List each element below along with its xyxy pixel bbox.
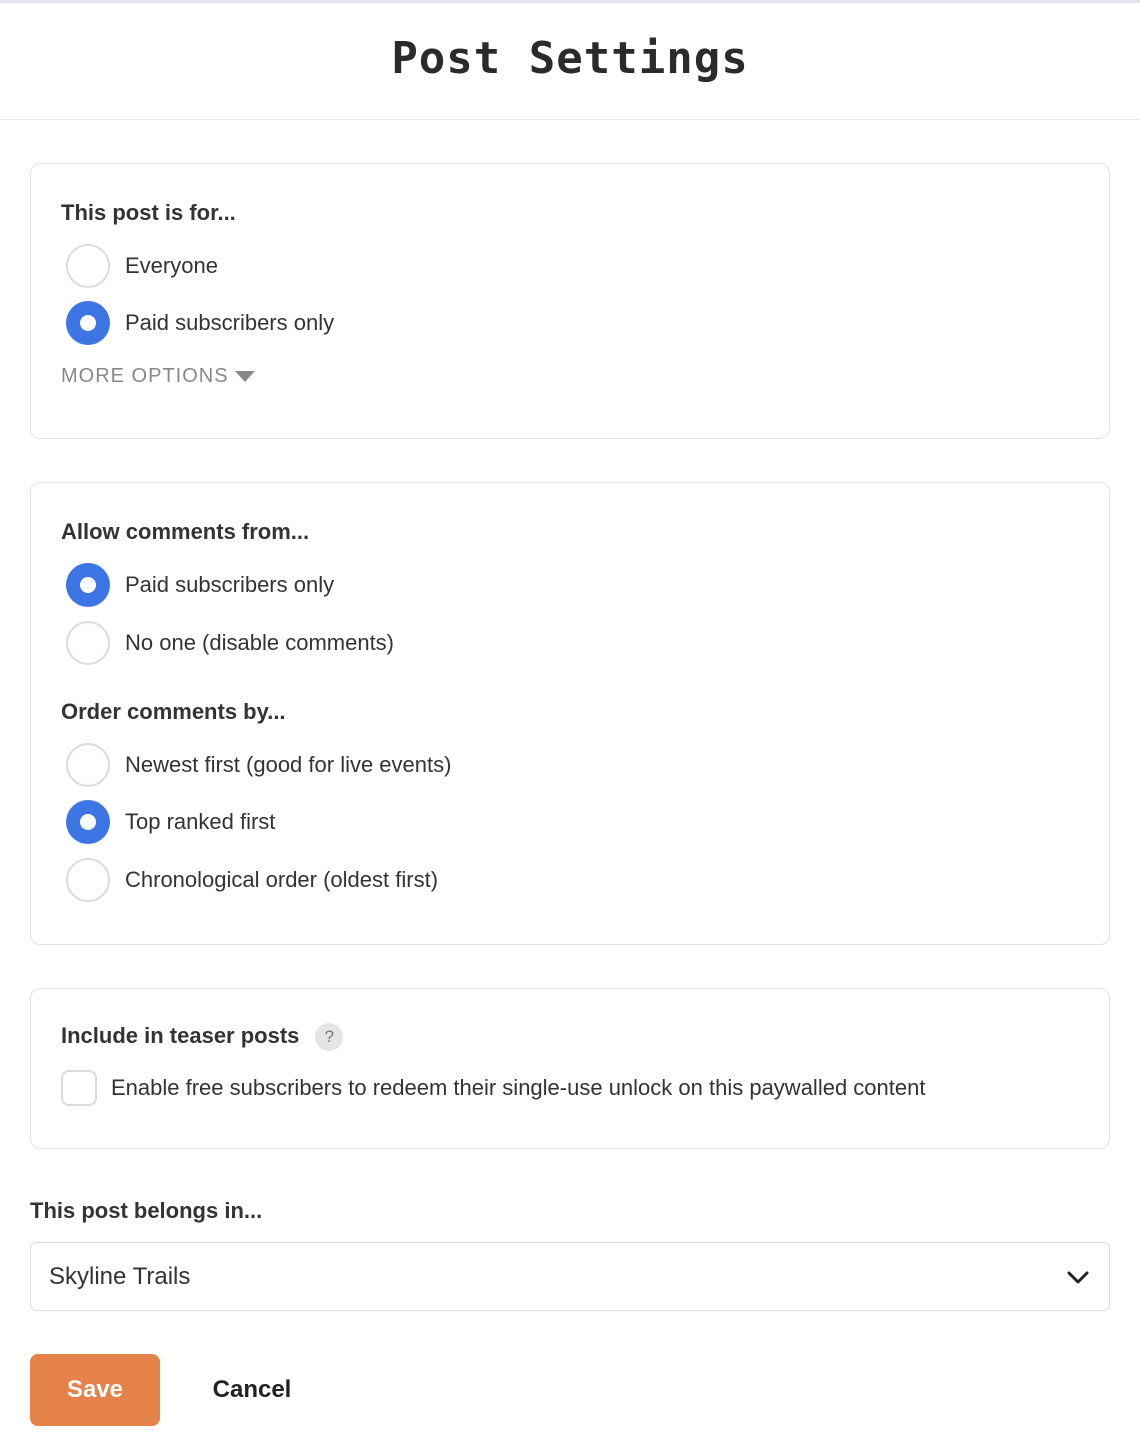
audience-option-label: Everyone <box>125 253 218 278</box>
section-label: This post belongs in... <box>30 1198 263 1223</box>
allow-comments-title: Allow comments from... <box>61 519 310 544</box>
audience-option-everyone[interactable]: Everyone <box>66 244 218 288</box>
save-button[interactable]: Save <box>30 1354 160 1426</box>
radio-button[interactable] <box>66 244 110 288</box>
section-select[interactable]: Skyline Trails <box>30 1242 1110 1311</box>
teaser-checkbox-label: Enable free subscribers to redeem their … <box>111 1075 926 1100</box>
more-options-toggle[interactable]: MORE OPTIONS <box>61 365 255 388</box>
allow-comments-option-label: Paid subscribers only <box>125 572 335 597</box>
comments-card: Allow comments from... Paid subscribers … <box>30 482 1110 945</box>
radio-button[interactable] <box>66 743 110 787</box>
page-title: Post Settings <box>391 32 749 84</box>
teaser-checkbox[interactable] <box>61 1070 97 1106</box>
more-options-label: MORE OPTIONS <box>61 365 229 387</box>
audience-card: This post is for... Everyone Paid subscr… <box>30 163 1110 439</box>
audience-option-paid[interactable]: Paid subscribers only <box>66 301 334 345</box>
cancel-button[interactable]: Cancel <box>190 1354 314 1426</box>
allow-comments-option-paid[interactable]: Paid subscribers only <box>66 563 334 607</box>
radio-button-selected[interactable] <box>66 301 110 345</box>
audience-title: This post is for... <box>61 200 236 225</box>
radio-button[interactable] <box>66 858 110 902</box>
radio-button-selected[interactable] <box>66 800 110 844</box>
order-option-newest[interactable]: Newest first (good for live events) <box>66 743 451 787</box>
teaser-card: Include in teaser posts? Enable free sub… <box>30 988 1110 1149</box>
order-option-top-ranked[interactable]: Top ranked first <box>66 800 275 844</box>
caret-down-icon <box>234 371 255 382</box>
allow-comments-option-label: No one (disable comments) <box>125 630 395 655</box>
section-select-value: Skyline Trails <box>49 1262 191 1290</box>
chevron-down-icon <box>1067 1271 1089 1283</box>
audience-option-label: Paid subscribers only <box>125 310 335 335</box>
order-option-label: Newest first (good for live events) <box>125 752 452 777</box>
order-comments-title: Order comments by... <box>61 699 286 724</box>
teaser-checkbox-row[interactable]: Enable free subscribers to redeem their … <box>61 1070 925 1106</box>
help-icon[interactable]: ? <box>315 1023 344 1052</box>
order-option-label: Chronological order (oldest first) <box>125 867 439 892</box>
order-option-chronological[interactable]: Chronological order (oldest first) <box>66 858 438 902</box>
radio-button[interactable] <box>66 621 110 665</box>
allow-comments-option-none[interactable]: No one (disable comments) <box>66 621 394 665</box>
order-option-label: Top ranked first <box>125 809 276 834</box>
teaser-title: Include in teaser posts <box>61 1023 300 1048</box>
page-header: Post Settings <box>0 3 1140 120</box>
teaser-title-row: Include in teaser posts? <box>61 1023 344 1052</box>
radio-button-selected[interactable] <box>66 563 110 607</box>
